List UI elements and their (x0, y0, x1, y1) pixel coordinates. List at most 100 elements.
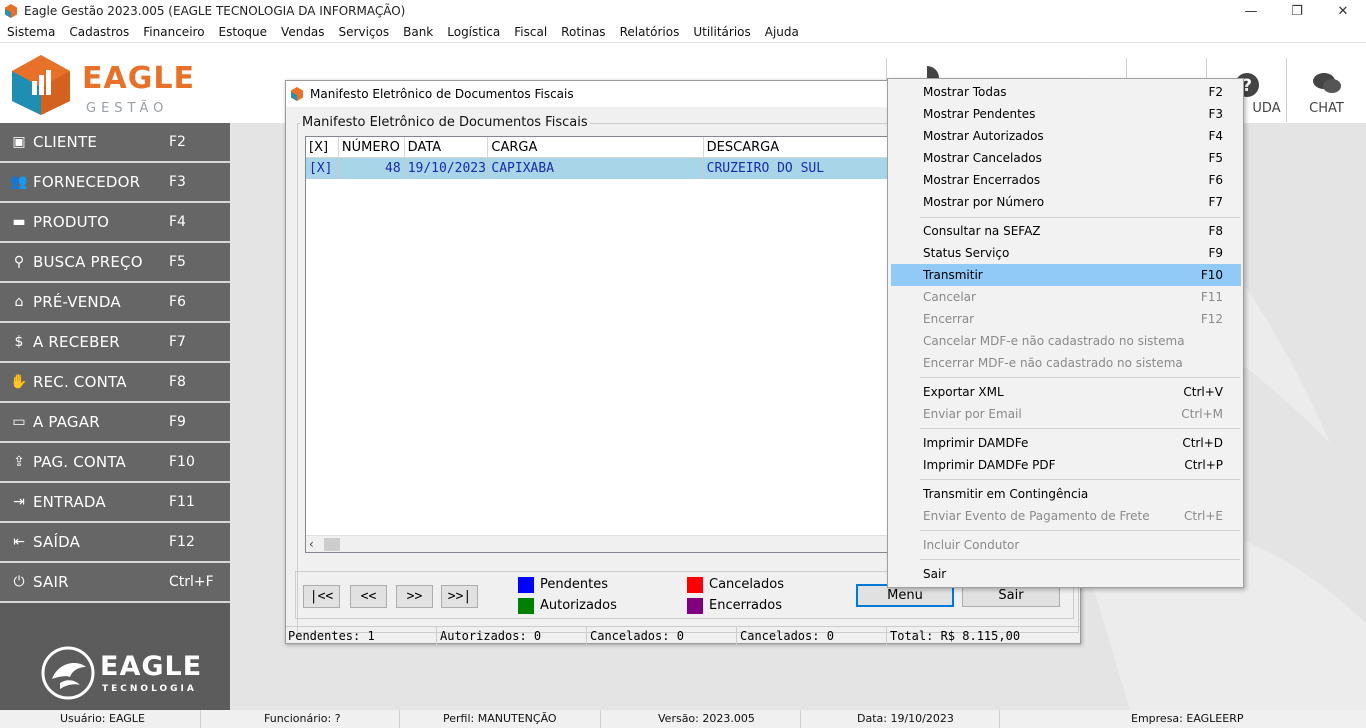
status-empresa: Empresa: EAGLEERP (1131, 712, 1244, 725)
sidebar-item-produto[interactable]: ▬ PRODUTO F4 (0, 203, 230, 243)
menu-utilitarios[interactable]: Utilitários (693, 25, 750, 39)
menu-servicos[interactable]: Serviços (339, 25, 390, 39)
menu-rotinas[interactable]: Rotinas (561, 25, 605, 39)
sidebar-item-label: A RECEBER (33, 333, 120, 351)
scroll-thumb[interactable] (324, 538, 340, 551)
menu-item-transmitir[interactable]: Transmitir F10 (891, 264, 1241, 286)
sidebar-item-saida[interactable]: ⇤ SAÍDA F12 (0, 523, 230, 563)
legend-autorizados-swatch (518, 598, 534, 614)
menu-item-shortcut: F7 (1208, 195, 1223, 209)
next-record-button[interactable]: >> (396, 585, 433, 608)
menu-ajuda[interactable]: Ajuda (765, 25, 799, 39)
menu-item-shortcut: Ctrl+P (1184, 458, 1223, 472)
menu-item-exportar-xml[interactable]: Exportar XML Ctrl+V (891, 381, 1241, 403)
menu-item-label: Consultar na SEFAZ (923, 224, 1041, 238)
menu-item-label: Mostrar Todas (923, 85, 1007, 99)
menu-fiscal[interactable]: Fiscal (514, 25, 547, 39)
users-icon: 👥 (10, 174, 28, 190)
menu-item-shortcut: F2 (1208, 85, 1223, 99)
sidebar: ▣ CLIENTE F2 👥 FORNECEDOR F3 ▬ PRODUTO F4 ⚲ BUS… (0, 123, 230, 710)
eagle-tecnologia-logo: EAGLE TECNOLOGIA (40, 645, 210, 705)
prev-record-button[interactable]: << (350, 585, 387, 608)
mdfe-grid[interactable]: [X] NÚMERO DATA CARGA DESCARGA [X] 48 19… (305, 136, 890, 553)
menu-item-label: Mostrar Encerrados (923, 173, 1041, 187)
first-record-button[interactable]: |<< (303, 585, 340, 608)
menu-cadastros[interactable]: Cadastros (69, 25, 129, 39)
sign-out-icon: ⇤ (13, 534, 25, 550)
menu-logistica[interactable]: Logística (447, 25, 500, 39)
menu-separator (920, 377, 1240, 378)
cell-select[interactable]: [X] (306, 158, 339, 179)
menu-relatorios[interactable]: Relatórios (620, 25, 680, 39)
menu-vendas[interactable]: Vendas (281, 25, 325, 39)
sidebar-item-busca-preco[interactable]: ⚲ BUSCA PREÇO F5 (0, 243, 230, 283)
menu-item-status-servico[interactable]: Status Serviço F9 (891, 242, 1241, 264)
sidebar-item-label: PRODUTO (33, 213, 110, 231)
sidebar-item-entrada[interactable]: ⇥ ENTRADA F11 (0, 483, 230, 523)
dollar-icon: $ (14, 334, 24, 350)
sidebar-item-key: F7 (169, 334, 186, 350)
sidebar-item-pag-conta[interactable]: ⇪ PAG. CONTA F10 (0, 443, 230, 483)
menu-separator (920, 530, 1240, 531)
last-record-button[interactable]: >>| (441, 585, 478, 608)
sidebar-item-key: F3 (169, 174, 186, 190)
menu-financeiro[interactable]: Financeiro (143, 25, 204, 39)
menu-item-imprimir-damdfe[interactable]: Imprimir DAMDFe Ctrl+D (891, 432, 1241, 454)
menu-item-label: Status Serviço (923, 246, 1010, 260)
menu-item-mostrar-pendentes[interactable]: Mostrar Pendentes F3 (891, 103, 1241, 125)
menu-item-label: Enviar por Email (923, 407, 1022, 421)
menu-item-sair[interactable]: Sair (891, 563, 1241, 585)
context-menu: Mostrar Todas F2 Mostrar Pendentes F3 Most… (887, 78, 1244, 588)
group-label: Manifesto Eletrônico de Documentos Fisca… (300, 115, 590, 130)
toolbar-chat-button[interactable]: CHAT (1286, 58, 1366, 122)
sidebar-item-fornecedor[interactable]: 👥 FORNECEDOR F3 (0, 163, 230, 203)
horizontal-scrollbar[interactable]: ‹ (306, 535, 889, 552)
legend-cancelados: Cancelados (709, 577, 784, 592)
menu-item-consultar-sefaz[interactable]: Consultar na SEFAZ F8 (891, 220, 1241, 242)
sidebar-item-a-pagar[interactable]: ▭ A PAGAR F9 (0, 403, 230, 443)
app-icon (4, 4, 18, 18)
col-header-carga[interactable]: CARGA (488, 137, 704, 157)
menu-item-mostrar-autorizados[interactable]: Mostrar Autorizados F4 (891, 125, 1241, 147)
sidebar-item-rec-conta[interactable]: ✋ REC. CONTA F8 (0, 363, 230, 403)
menu-item-mostrar-cancelados[interactable]: Mostrar Cancelados F5 (891, 147, 1241, 169)
menu-sistema[interactable]: Sistema (7, 25, 55, 39)
menu-item-incluir-condutor: Incluir Condutor (891, 534, 1241, 556)
hand-coin-icon: ✋ (10, 374, 28, 390)
menu-item-label: Imprimir DAMDFe PDF (923, 458, 1056, 472)
menu-item-imprimir-damdfe-pdf[interactable]: Imprimir DAMDFe PDF Ctrl+P (891, 454, 1241, 476)
sidebar-item-cliente[interactable]: ▣ CLIENTE F2 (0, 123, 230, 163)
col-header-select[interactable]: [X] (306, 137, 339, 157)
cell-descarga: CRUZEIRO DO SUL (706, 161, 825, 176)
status-autorizados: Autorizados: 0 (440, 629, 542, 643)
col-header-data[interactable]: DATA (405, 137, 489, 157)
sidebar-item-a-receber[interactable]: $ A RECEBER F7 (0, 323, 230, 363)
restore-button[interactable]: ❐ (1274, 0, 1320, 22)
scroll-left-icon[interactable]: ‹ (309, 537, 314, 551)
menu-item-shortcut: Ctrl+M (1181, 407, 1223, 421)
menu-item-mostrar-todas[interactable]: Mostrar Todas F2 (891, 81, 1241, 103)
sidebar-item-label: SAÍDA (33, 533, 81, 551)
menu-item-transmitir-contingencia[interactable]: Transmitir em Contingência (891, 483, 1241, 505)
menu-bank[interactable]: Bank (403, 25, 433, 39)
minimize-button[interactable]: — (1228, 0, 1274, 22)
legend-cancelados-swatch (687, 577, 703, 593)
legend-pendentes: Pendentes (540, 577, 608, 592)
box-icon: ▬ (12, 214, 26, 230)
col-header-numero[interactable]: NÚMERO (339, 137, 405, 157)
col-header-descarga[interactable]: DESCARGA (704, 137, 889, 157)
sidebar-item-sair[interactable]: ⏻ SAIR Ctrl+F (0, 563, 230, 603)
sidebar-item-key: F12 (169, 534, 195, 550)
menu-item-mostrar-encerrados[interactable]: Mostrar Encerrados F6 (891, 169, 1241, 191)
menu-item-label: Mostrar Autorizados (923, 129, 1044, 143)
basket-icon: ⌂ (14, 294, 24, 310)
close-button[interactable]: ✕ (1320, 0, 1366, 22)
footer-brand: EAGLE (100, 651, 203, 682)
menu-estoque[interactable]: Estoque (219, 25, 268, 39)
menu-item-mostrar-por-numero[interactable]: Mostrar por Número F7 (891, 191, 1241, 213)
id-card-icon: ▣ (12, 134, 26, 150)
sidebar-item-label: A PAGAR (33, 413, 100, 431)
sidebar-item-pre-venda[interactable]: ⌂ PRÉ-VENDA F6 (0, 283, 230, 323)
window-title: Eagle Gestão 2023.005 (EAGLE TECNOLOGIA … (24, 4, 406, 18)
table-row[interactable]: [X] 48 19/10/2023 CAPIXABA CRUZEIRO DO S… (306, 158, 889, 179)
